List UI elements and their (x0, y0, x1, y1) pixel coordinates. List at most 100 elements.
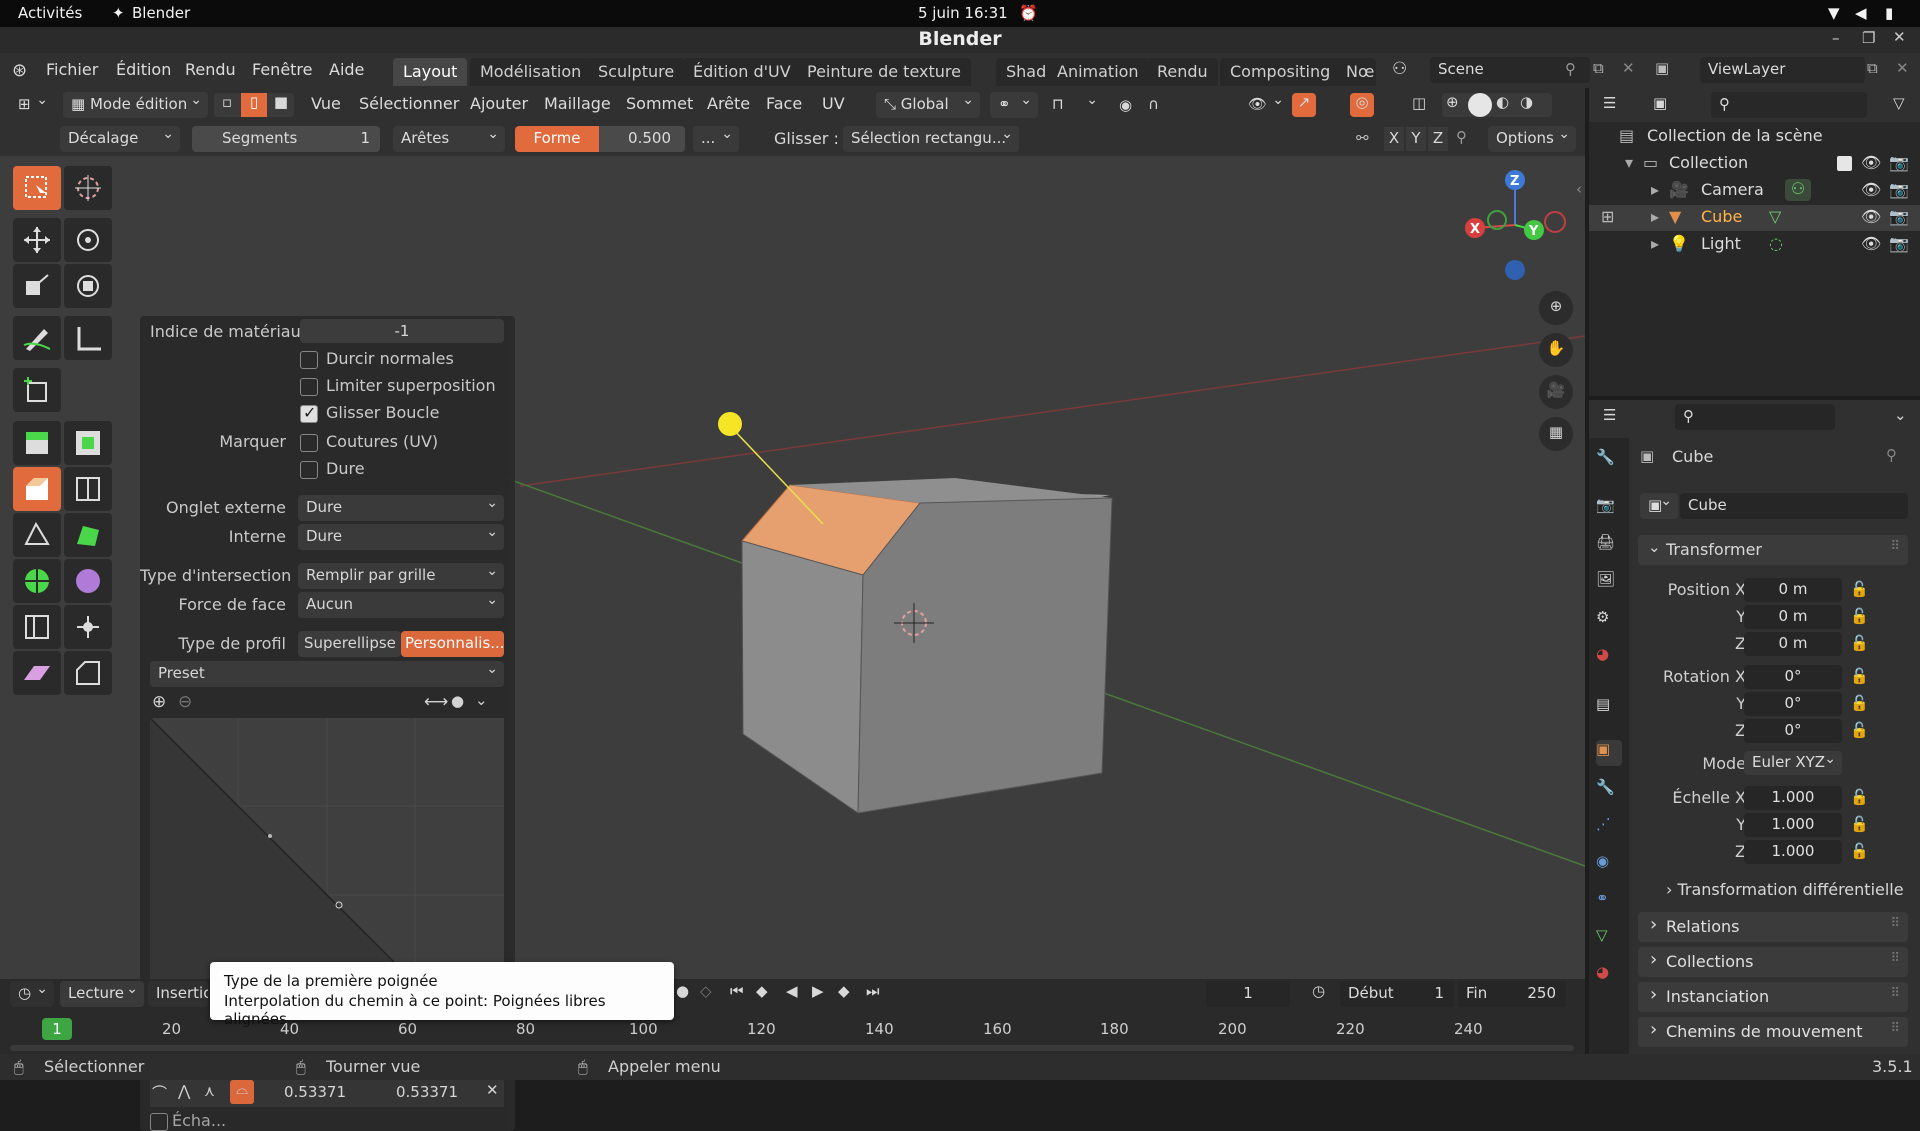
start-frame-field[interactable]: Début 1 (1340, 981, 1454, 1007)
material-index-field[interactable]: -1 (300, 319, 504, 343)
intersection-type-dropdown[interactable]: Remplir par grille (298, 563, 504, 589)
edit-mode-indicator-icon[interactable]: ⊞ (1601, 207, 1614, 226)
tab-layout[interactable]: Layout (393, 58, 468, 86)
camera-visibility-icon[interactable]: 👁 (1861, 180, 1881, 199)
proportional-edit-icon[interactable]: ◉ (1119, 96, 1132, 114)
grip-icon[interactable]: ⠿ (1890, 1021, 1900, 1036)
collection-render-icon[interactable]: 📷 (1889, 153, 1909, 172)
gizmo-toggle-icon[interactable]: ↗ (1292, 93, 1316, 117)
rotation-y-field[interactable]: 0° (1744, 692, 1842, 716)
lock-scale-x-icon[interactable]: 🔓 (1850, 788, 1869, 806)
menu-window[interactable]: Fenêtre (252, 60, 313, 79)
handle-aligned-icon[interactable]: ⌓ (230, 1080, 254, 1104)
jump-start-icon[interactable]: ⏮ (730, 982, 744, 1000)
jump-end-icon[interactable]: ⏭ (866, 982, 880, 1000)
close-icon[interactable]: ✕ (1893, 28, 1906, 46)
position-x-field[interactable]: 0 m (1744, 578, 1842, 602)
handle-y-field[interactable]: 0.53371 (372, 1080, 482, 1104)
scene-icon[interactable]: ⚇ (1392, 59, 1407, 79)
more-options-dropdown[interactable]: ... (693, 126, 739, 152)
face-strength-dropdown[interactable]: Aucun (298, 592, 504, 618)
poly-build-tool[interactable] (64, 513, 112, 557)
properties-search-field[interactable]: ⚲ (1675, 404, 1835, 430)
modifier-tab-icon[interactable]: 🔧 (1596, 778, 1622, 804)
zoom-out-curve-icon[interactable]: ⊖ (178, 692, 192, 712)
transform-orientation[interactable]: ⤡ Global (876, 92, 980, 118)
view-layer-icon[interactable]: ▣ (1655, 59, 1669, 77)
output-tab-icon[interactable]: 🖨 (1596, 533, 1622, 559)
collection-exclude-checkbox[interactable] (1837, 156, 1852, 171)
handle-free-icon[interactable]: ⋏ (204, 1082, 215, 1100)
camera-render-icon[interactable]: 📷 (1889, 180, 1909, 199)
outliner-editor-icon[interactable]: ☰ (1603, 94, 1616, 112)
material-shading-icon[interactable]: ◐ (1496, 93, 1509, 111)
cube-visibility-icon[interactable]: 👁 (1861, 207, 1881, 226)
menu-uv[interactable]: UV (822, 94, 845, 113)
collection-expand-icon[interactable]: ▾ (1625, 153, 1633, 172)
vertex-select-icon[interactable]: ▫ (214, 93, 240, 117)
material-tab-icon[interactable]: ◕ (1596, 963, 1622, 989)
curve-options-icon[interactable]: ⌄ (475, 691, 488, 709)
menu-view[interactable]: Vue (311, 94, 341, 113)
object-tab-icon[interactable]: ▣ (1596, 740, 1622, 766)
maximize-icon[interactable]: ❐ (1862, 29, 1875, 47)
knife-tool[interactable] (13, 513, 61, 557)
shrink-fatten-tool[interactable] (64, 605, 112, 649)
edge-select-icon[interactable]: ▯ (241, 93, 267, 117)
menu-mesh[interactable]: Maillage (544, 94, 611, 113)
shape-field[interactable]: Forme 0.500 (515, 126, 685, 152)
mirror-z[interactable]: Z (1428, 127, 1448, 151)
clock[interactable]: 5 juin 16:31 (918, 4, 1008, 22)
end-frame-field[interactable]: Fin 250 (1458, 981, 1566, 1007)
object-name-field[interactable]: Cube (1680, 493, 1908, 519)
camera-view-icon[interactable]: 🎥 (1539, 375, 1573, 409)
delete-scene-icon[interactable]: ✕ (1622, 59, 1635, 77)
next-keyframe-icon[interactable]: ◆ (838, 982, 850, 1000)
select-box-tool[interactable] (13, 166, 61, 210)
handle-vector-icon[interactable]: ⋀ (178, 1082, 190, 1100)
play-icon[interactable]: ▶ (812, 982, 824, 1000)
scale-tool[interactable] (13, 264, 61, 308)
tab-nodes[interactable]: Nœ (1336, 58, 1376, 86)
particles-tab-icon[interactable]: ⋰ (1596, 815, 1622, 841)
grip-icon[interactable]: ⠿ (1890, 986, 1900, 1001)
preset-dropdown[interactable]: Preset (150, 661, 504, 687)
loop-cut-tool[interactable] (64, 467, 112, 511)
profile-custom-button[interactable]: Personnalis... (401, 631, 504, 657)
sidebar-toggle-icon[interactable]: ‹ (1576, 180, 1582, 198)
minimize-icon[interactable]: – (1832, 29, 1840, 47)
preview-range-icon[interactable]: ◷ (1312, 982, 1325, 1000)
lock-scale-y-icon[interactable]: 🔓 (1850, 815, 1869, 833)
solid-shading-icon[interactable] (1468, 93, 1492, 117)
cursor-tool[interactable] (64, 166, 112, 210)
falloff-icon[interactable]: ∩ (1148, 95, 1159, 113)
new-scene-icon[interactable]: ⧉ (1593, 59, 1604, 77)
edge-slide-tool[interactable] (13, 605, 61, 649)
transform-tool[interactable] (64, 264, 112, 308)
camera-expand-icon[interactable]: ▸ (1651, 180, 1659, 199)
reverse-path-icon[interactable]: ⟷ (424, 692, 448, 712)
menu-edge[interactable]: Arête (707, 94, 750, 113)
app-menu[interactable]: Blender (132, 4, 190, 22)
blender-logo-icon[interactable]: ⊛ (12, 60, 27, 81)
pin-properties-icon[interactable]: ⚲ (1886, 446, 1897, 464)
handle-auto-icon[interactable]: ⌒ (152, 1082, 167, 1103)
menu-add[interactable]: Ajouter (470, 94, 528, 113)
clamp-overlap-checkbox[interactable] (300, 378, 318, 396)
shear-tool[interactable] (13, 651, 61, 695)
inset-tool[interactable] (64, 421, 112, 465)
face-select-icon[interactable]: ■ (268, 93, 294, 117)
rotation-x-field[interactable]: 0° (1744, 665, 1842, 689)
reset-view-icon[interactable]: ● (451, 692, 464, 710)
bevel-tool[interactable] (13, 467, 61, 511)
wireframe-shading-icon[interactable]: ⊕ (1446, 93, 1459, 111)
collection-tab-icon[interactable]: ▤ (1596, 695, 1622, 721)
loop-slide-checkbox[interactable] (300, 403, 318, 423)
add-cube-tool[interactable] (13, 368, 61, 412)
rotation-mode-dropdown[interactable]: Euler XYZ (1744, 751, 1842, 775)
handle-x-field[interactable]: 0.53371 (260, 1080, 370, 1104)
panel-grip-icon[interactable]: ⠿ (1890, 539, 1900, 554)
menu-vertex[interactable]: Sommet (626, 94, 693, 113)
outliner-item-light[interactable]: ▸ 💡 Light ◌ 👁 📷 (1589, 232, 1920, 258)
miter-outer-dropdown[interactable]: Dure (298, 495, 504, 521)
